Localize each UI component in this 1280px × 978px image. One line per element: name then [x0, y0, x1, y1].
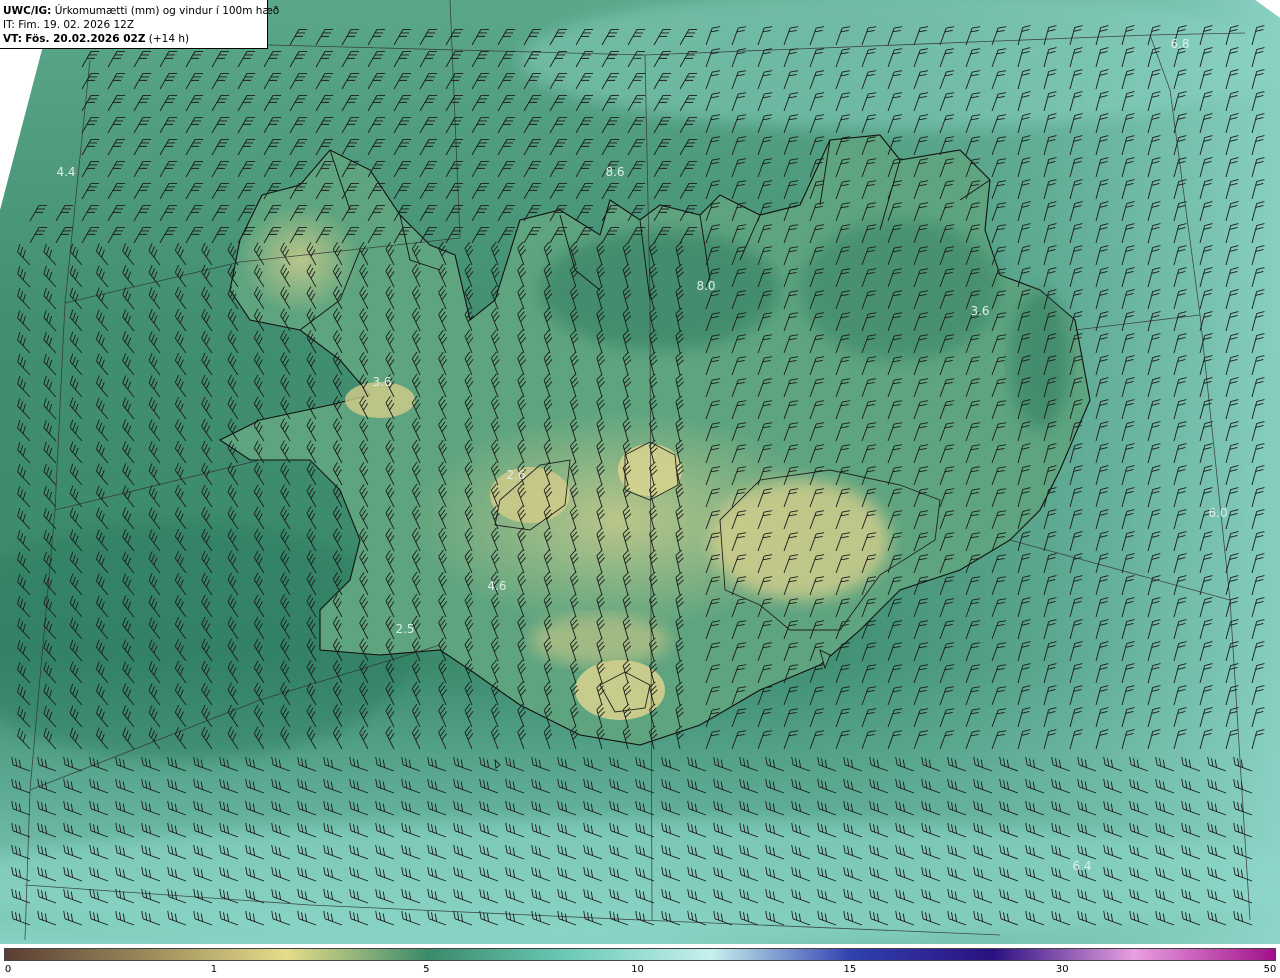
colorbar-legend: 0 1 5 10 15 30 50 — [0, 944, 1280, 978]
map-value-label: 2.6 — [506, 468, 525, 482]
map-value-label: 4.4 — [56, 165, 75, 179]
colorbar-gradient — [4, 948, 1276, 961]
field-description: Úrkomumætti (mm) og vindur í 100m hæð — [54, 5, 280, 17]
colorbar-tick: 1 — [210, 964, 218, 975]
map-value-label: 6.8 — [1170, 37, 1189, 51]
colorbar-tick: 10 — [631, 964, 644, 975]
product-code: UWC/IG: — [3, 5, 52, 17]
initial-time: IT: Fim. 19. 02. 2026 12Z — [3, 19, 135, 31]
colorbar-tick: 0 — [4, 964, 12, 975]
map-value-label: 3.6 — [372, 375, 391, 389]
map-value-label: 8.6 — [605, 165, 624, 179]
map-value-label: 6.0 — [1208, 506, 1227, 520]
map-value-label: 2.5 — [395, 622, 414, 636]
valid-prefix: VT: — [3, 33, 22, 45]
map-value-label: 4.6 — [487, 579, 506, 593]
precipitable-water-map: 6.8 4.4 8.6 8.0 3.6 3.6 6.0 2.6 4.6 2.5 6.4 — [0, 0, 1280, 944]
colorbar-tick: 30 — [1055, 964, 1069, 975]
lead-time: (+14 h) — [148, 33, 190, 45]
map-value-label: 6.4 — [1072, 859, 1091, 873]
colorbar-tick: 50 — [1263, 964, 1277, 975]
map-title-box: UWC/IG: Úrkomumætti (mm) og vindur í 100… — [0, 0, 279, 49]
valid-time: Fös. 20.02.2026 02Z — [25, 33, 146, 45]
map-value-label: 8.0 — [696, 279, 715, 293]
colorbar-tick: 5 — [423, 964, 430, 975]
colorbar-tick: 15 — [843, 964, 857, 975]
map-value-label: 3.6 — [970, 304, 989, 318]
